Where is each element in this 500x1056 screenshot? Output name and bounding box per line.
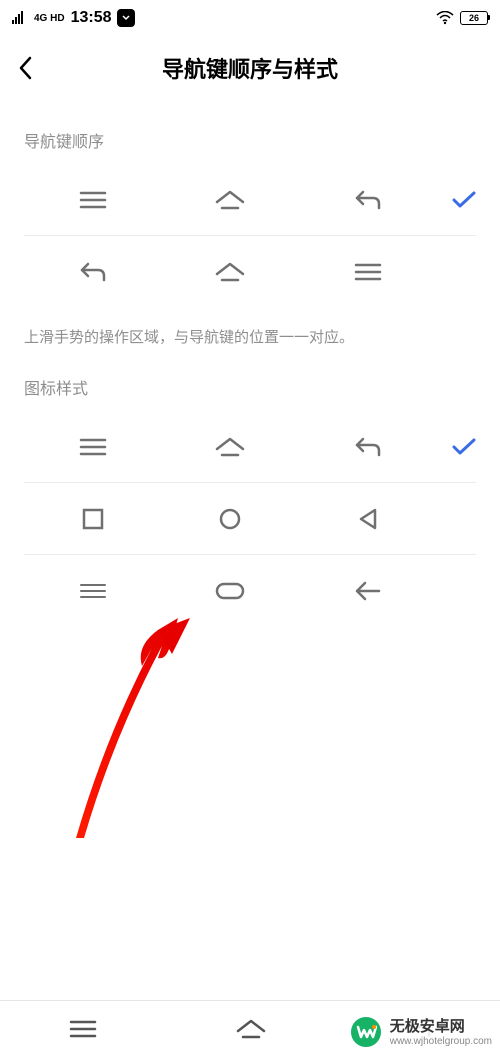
square-icon (24, 508, 162, 530)
notification-icon (117, 9, 135, 27)
order-option-1[interactable] (24, 164, 476, 236)
pill-home-icon (162, 582, 300, 600)
order-option-2[interactable] (24, 236, 476, 308)
check-icon (437, 191, 476, 209)
battery-indicator: 26 (460, 11, 488, 25)
network-indicator (12, 11, 28, 25)
watermark-text-group: 无极安卓网 www.wjhotelgroup.com (390, 1018, 492, 1047)
style-option-2[interactable] (24, 483, 476, 555)
nav-home-button[interactable] (235, 1018, 267, 1040)
watermark-brand: 无极安卓网 (390, 1018, 492, 1036)
style-section-label: 图标样式 (0, 347, 500, 411)
watermark-domain: www.wjhotelgroup.com (390, 1036, 492, 1047)
annotation-arrow (70, 618, 200, 848)
order-section-label: 导航键顺序 (0, 100, 500, 164)
home-icon (162, 436, 300, 458)
watermark-logo (348, 1014, 384, 1050)
recents-lines-icon (24, 583, 162, 599)
order-hint: 上滑手势的操作区域，与导航键的位置一一对应。 (0, 308, 500, 347)
home-icon (162, 189, 300, 211)
style-option-1[interactable] (24, 411, 476, 483)
header: 导航键顺序与样式 (0, 36, 500, 100)
watermark: 无极安卓网 www.wjhotelgroup.com (348, 1014, 492, 1050)
recents-icon (24, 437, 162, 457)
back-icon (299, 189, 437, 211)
nav-recents-button[interactable] (69, 1019, 97, 1039)
style-option-3[interactable] (24, 555, 476, 627)
page-title: 导航键顺序与样式 (162, 52, 338, 84)
network-label: 4G HD (34, 13, 65, 24)
clock: 13:58 (71, 9, 112, 27)
status-bar: 4G HD 13:58 26 (0, 0, 500, 36)
style-options (0, 411, 500, 627)
back-icon (299, 436, 437, 458)
circle-icon (162, 507, 300, 531)
recents-icon (24, 190, 162, 210)
order-options (0, 164, 500, 308)
status-left: 4G HD 13:58 (12, 9, 135, 27)
wifi-icon (436, 11, 454, 25)
recents-icon (299, 262, 437, 282)
back-icon (24, 261, 162, 283)
arrow-back-icon (299, 581, 437, 601)
check-icon (437, 438, 476, 456)
triangle-back-icon (299, 507, 437, 531)
back-button[interactable] (18, 56, 32, 80)
status-right: 26 (436, 11, 488, 25)
home-icon (162, 261, 300, 283)
